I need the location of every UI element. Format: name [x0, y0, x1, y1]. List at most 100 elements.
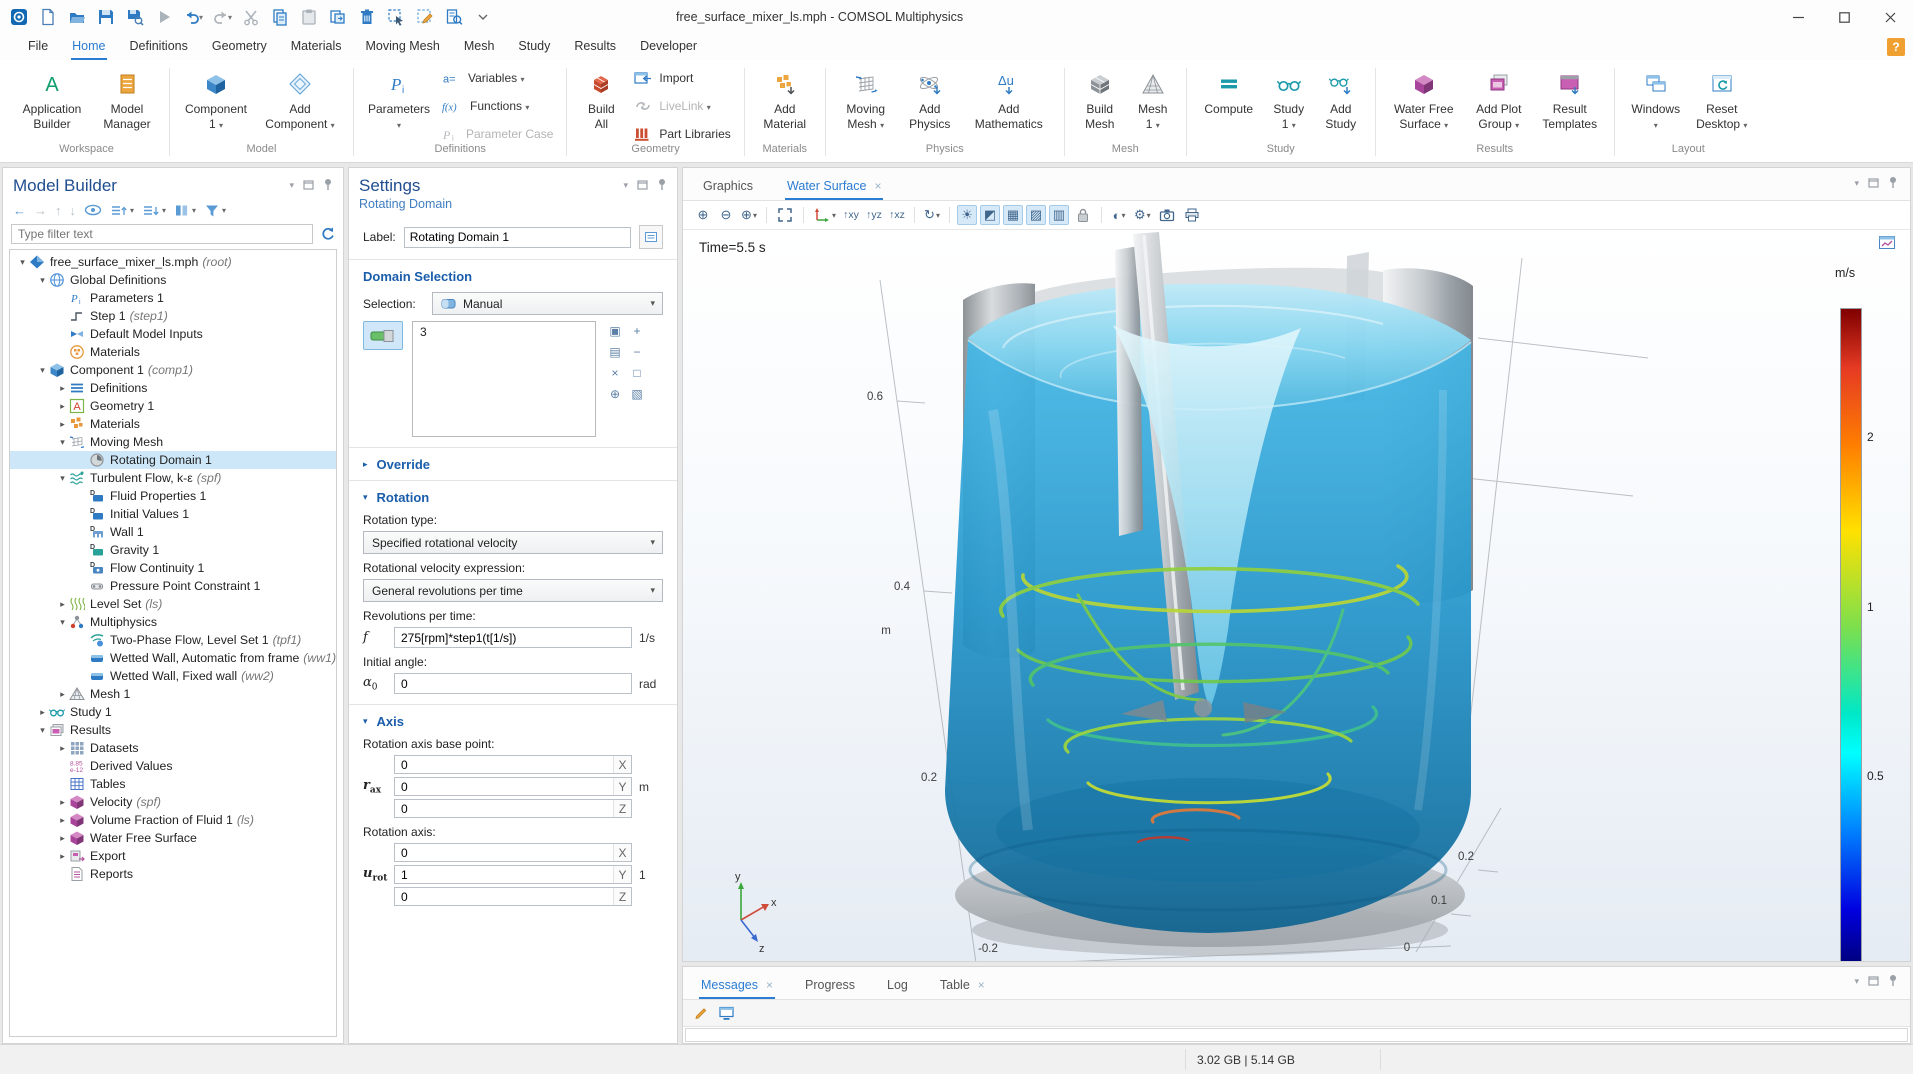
tree-expand-icon[interactable]: ▸ — [56, 833, 69, 844]
axis-y-input[interactable] — [395, 866, 613, 883]
tree-item-moving-mesh[interactable]: ▾Moving Mesh — [10, 433, 336, 451]
chevron-down-icon[interactable]: ▾ — [1854, 178, 1859, 189]
base-y-input[interactable] — [395, 778, 613, 795]
copy-selection-button[interactable]: ▣ — [605, 321, 625, 340]
float-icon[interactable] — [1868, 178, 1879, 190]
messages-tab-messages[interactable]: Messages× — [699, 971, 775, 999]
float-icon[interactable] — [1868, 976, 1879, 988]
down-arrow-button[interactable]: ↓ — [70, 204, 77, 217]
add-physics-button[interactable]: AddPhysics — [900, 67, 960, 132]
cut-button[interactable] — [238, 4, 264, 30]
tree-expand-icon[interactable]: ▸ — [56, 419, 69, 430]
clear-messages-button[interactable] — [693, 1005, 709, 1021]
customize-toolbar-button[interactable] — [470, 4, 496, 30]
pin-icon[interactable] — [323, 178, 333, 193]
show-selection-colors-button[interactable]: ▥ — [1049, 205, 1069, 225]
tree-item-free-surface-mixer-ls-mph[interactable]: ▾free_surface_mixer_ls.mph(root) — [10, 253, 336, 271]
ribbon-tab-mesh[interactable]: Mesh — [452, 35, 507, 60]
rotation-type-combo[interactable]: Specified rotational velocity ▾ — [363, 531, 663, 554]
create-selection-button[interactable]: □ — [627, 363, 647, 382]
open-in-window-button[interactable] — [718, 1005, 736, 1021]
tree-item-water-free-surface[interactable]: ▸Water Free Surface — [10, 829, 336, 847]
show-grid-button[interactable]: ▦ — [1003, 205, 1023, 225]
selection-item[interactable]: 3 — [420, 325, 588, 339]
tree-item-results[interactable]: ▾Results — [10, 721, 336, 739]
tree-item-parameters-1[interactable]: PiParameters 1 — [10, 289, 336, 307]
section-axis[interactable]: ▾ Axis — [363, 714, 663, 729]
zoom-extents-button[interactable] — [774, 205, 796, 225]
build-all-button[interactable]: BuildAll — [576, 67, 626, 132]
save-button[interactable] — [93, 4, 119, 30]
help-button[interactable]: ? — [1887, 38, 1905, 56]
duplicate-button[interactable] — [325, 4, 351, 30]
add-mathematics-button[interactable]: ΔuAddMathematics — [963, 67, 1055, 132]
tree-expand-icon[interactable]: ▸ — [36, 707, 49, 718]
velocity-expression-combo[interactable]: General revolutions per time ▾ — [363, 579, 663, 602]
tree-item-volume-fraction-of-fluid-1[interactable]: ▸Volume Fraction of Fluid 1(ls) — [10, 811, 336, 829]
graphics-tab-water-surface[interactable]: Water Surface× — [785, 172, 883, 200]
tree-item-export[interactable]: ▸Export — [10, 847, 336, 865]
scene-settings-button[interactable]: ⚙▾ — [1132, 205, 1153, 225]
search-button[interactable] — [441, 4, 467, 30]
tree-expand-icon[interactable]: ▸ — [56, 797, 69, 808]
run-button[interactable] — [151, 4, 177, 30]
windows-button[interactable]: Windows▾ — [1624, 67, 1688, 132]
model-manager-button[interactable]: ModelManager — [94, 67, 160, 132]
messages-tab-progress[interactable]: Progress — [803, 971, 857, 999]
ribbon-tab-study[interactable]: Study — [506, 35, 562, 60]
add-study-button[interactable]: AddStudy — [1316, 67, 1366, 132]
zoom-box-button[interactable]: ⊕▾ — [739, 205, 759, 225]
tree-collapse-icon[interactable]: ▾ — [36, 365, 49, 376]
tree-item-derived-values[interactable]: 8.85e-12Derived Values — [10, 757, 336, 775]
new-file-button[interactable] — [35, 4, 61, 30]
tree-item-rotating-domain-1[interactable]: Rotating Domain 1 — [10, 451, 336, 469]
tree-expand-icon[interactable]: ▸ — [56, 815, 69, 826]
tree-collapse-icon[interactable]: ▾ — [56, 437, 69, 448]
back-arrow-button[interactable]: ← — [13, 204, 26, 217]
tree-item-datasets[interactable]: ▸Datasets — [10, 739, 336, 757]
tree-item-fluid-properties-1[interactable]: DFluid Properties 1 — [10, 487, 336, 505]
up-arrow-button[interactable]: ↑ — [55, 204, 62, 217]
tree-collapse-icon[interactable]: ▾ — [56, 473, 69, 484]
tree-item-flow-continuity-1[interactable]: DFlow Continuity 1 — [10, 559, 336, 577]
tree-item-reports[interactable]: Reports — [10, 865, 336, 883]
component-1-button[interactable]: Component1 ▾ — [179, 67, 253, 132]
tree-item-wetted-wall-fixed-wall[interactable]: Wetted Wall, Fixed wall(ww2) — [10, 667, 336, 685]
activate-selection-button[interactable] — [363, 321, 403, 350]
close-icon[interactable]: × — [978, 978, 985, 992]
maximize-button[interactable] — [1821, 0, 1867, 34]
tree-expand-icon[interactable]: ▸ — [56, 401, 69, 412]
messages-tab-table[interactable]: Table× — [938, 971, 987, 999]
go-to-default-view-button[interactable]: ▾ — [811, 205, 838, 225]
image-snapshot-button[interactable] — [1156, 205, 1178, 225]
rename-button[interactable] — [639, 225, 663, 249]
tree-collapse-icon[interactable]: ▾ — [36, 725, 49, 736]
columns-button[interactable]: ▾ — [174, 203, 196, 218]
tree-expand-icon[interactable]: ▸ — [56, 689, 69, 700]
lock-button[interactable] — [1072, 205, 1094, 225]
redo-button[interactable]: ▾ — [209, 4, 235, 30]
ribbon-tab-developer[interactable]: Developer — [628, 35, 709, 60]
base-z-input[interactable] — [395, 800, 613, 817]
view-yz-button[interactable]: ↑yz — [864, 205, 884, 225]
water-free-surface-button[interactable]: Water FreeSurface ▾ — [1385, 67, 1463, 132]
pin-icon[interactable] — [1888, 176, 1898, 191]
tree-item-global-definitions[interactable]: ▾Global Definitions — [10, 271, 336, 289]
transparency-button[interactable]: ◐▾ — [1109, 205, 1129, 225]
tree-item-mesh-1[interactable]: ▸Mesh 1 — [10, 685, 336, 703]
tree-item-tables[interactable]: Tables — [10, 775, 336, 793]
view-xz-button[interactable]: ↑xz — [887, 205, 907, 225]
tree-item-geometry-1[interactable]: ▸AGeometry 1 — [10, 397, 336, 415]
tree-item-gravity-1[interactable]: DGravity 1 — [10, 541, 336, 559]
minimize-button[interactable] — [1775, 0, 1821, 34]
selection-list[interactable]: 3 — [412, 321, 596, 437]
add-material-button[interactable]: AddMaterial — [754, 67, 816, 132]
axis-z-input[interactable] — [395, 888, 613, 905]
compute-button[interactable]: Compute — [1196, 67, 1262, 118]
chevron-down-icon[interactable]: ▾ — [289, 180, 294, 191]
close-icon[interactable]: × — [874, 179, 881, 193]
remove-from-selection-button[interactable]: − — [627, 342, 647, 361]
tree-item-default-model-inputs[interactable]: Default Model Inputs — [10, 325, 336, 343]
view-xy-button[interactable]: ↑xy — [841, 205, 861, 225]
zoom-out-button[interactable]: ⊖ — [716, 205, 736, 225]
